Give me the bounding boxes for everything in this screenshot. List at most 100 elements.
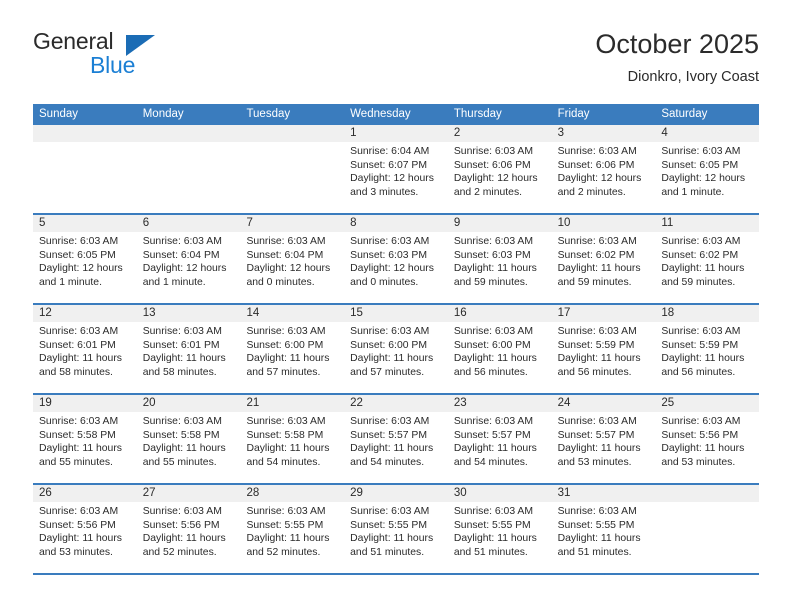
- day-info-line: Daylight: 11 hours: [39, 443, 122, 455]
- day-cell[interactable]: 7 Sunrise: 6:03 AM Sunset: 6:04 PM Daylight…: [240, 215, 345, 303]
- day-info-line: Sunrise: 6:03 AM: [453, 326, 534, 337]
- day-cell[interactable]: 24 Sunrise: 6:03 AM Sunset: 5:57 PM Dayligh…: [551, 395, 656, 483]
- day-cell[interactable]: 13 Sunrise: 6:03 AM Sunset: 6:01 PM Dayligh…: [136, 305, 241, 393]
- day-info-line: Daylight: 11 hours: [453, 263, 537, 275]
- day-cell[interactable]: 31 Sunrise: 6:03 AM Sunset: 5:55 PM Dayligh…: [551, 485, 656, 573]
- day-number: 2: [447, 125, 552, 142]
- day-cell[interactable]: 6 Sunrise: 6:03 AM Sunset: 6:04 PM Daylight…: [136, 215, 241, 303]
- day-info-line: Sunrise: 6:03 AM: [661, 416, 741, 427]
- day-cell[interactable]: 10 Sunrise: 6:03 AM Sunset: 6:02 PM Dayligh…: [551, 215, 656, 303]
- day-number: [655, 485, 760, 502]
- day-cell[interactable]: 4 Sunrise: 6:03 AM Sunset: 6:05 PM Daylight…: [655, 125, 760, 213]
- weekday-header-monday: Monday: [142, 108, 184, 120]
- day-cell[interactable]: 9 Sunrise: 6:03 AM Sunset: 6:03 PM Daylight…: [447, 215, 552, 303]
- day-cell[interactable]: 28 Sunrise: 6:03 AM Sunset: 5:55 PM Dayligh…: [240, 485, 345, 573]
- day-info-line: Sunrise: 6:03 AM: [350, 416, 430, 427]
- day-info-line: Sunrise: 6:03 AM: [39, 416, 119, 427]
- day-info-line: and 1 minute.: [661, 186, 725, 198]
- weekday-header-thursday: Thursday: [453, 108, 502, 120]
- day-cell[interactable]: 2 Sunrise: 6:03 AM Sunset: 6:06 PM Daylight…: [447, 125, 552, 213]
- day-info-line: and 0 minutes.: [246, 276, 315, 288]
- day-cell[interactable]: 16 Sunrise: 6:03 AM Sunset: 6:00 PM Dayligh…: [447, 305, 552, 393]
- day-sun-info: Sunrise: 6:03 AM Sunset: 5:56 PM Daylight:…: [655, 412, 759, 469]
- generalblue-logo[interactable]: General Blue: [33, 28, 333, 88]
- day-info-line: and 56 minutes.: [453, 366, 528, 378]
- day-cell[interactable]: 26 Sunrise: 6:03 AM Sunset: 5:56 PM Dayligh…: [33, 485, 137, 573]
- day-cell[interactable]: 18 Sunrise: 6:03 AM Sunset: 5:59 PM Dayligh…: [655, 305, 760, 393]
- day-cell[interactable]: 8 Sunrise: 6:03 AM Sunset: 6:03 PM Daylight…: [344, 215, 448, 303]
- day-info-line: and 58 minutes.: [39, 366, 113, 378]
- day-cell[interactable]: 29 Sunrise: 6:03 AM Sunset: 5:55 PM Dayligh…: [344, 485, 448, 573]
- day-cell[interactable]: 20 Sunrise: 6:03 AM Sunset: 5:58 PM Dayligh…: [136, 395, 241, 483]
- day-info-line: Sunrise: 6:03 AM: [142, 506, 222, 517]
- day-number: 20: [136, 395, 241, 412]
- day-cell[interactable]: 11 Sunrise: 6:03 AM Sunset: 6:02 PM Dayligh…: [655, 215, 760, 303]
- day-cell[interactable]: 14 Sunrise: 6:03 AM Sunset: 6:00 PM Dayligh…: [240, 305, 345, 393]
- day-info-line: Sunset: 6:03 PM: [453, 249, 531, 261]
- calendar-grid: Sunday Monday Tuesday Wednesday Thursday Frid…: [33, 104, 760, 575]
- day-cell[interactable]: 27 Sunrise: 6:03 AM Sunset: 5:56 PM Dayligh…: [136, 485, 241, 573]
- day-sun-info: Sunrise: 6:03 AM Sunset: 5:57 PM Daylight:…: [448, 412, 552, 469]
- day-info-line: and 58 minutes.: [142, 366, 217, 378]
- day-info-line: Daylight: 11 hours: [142, 353, 226, 365]
- day-cell[interactable]: 25 Sunrise: 6:03 AM Sunset: 5:56 PM Dayligh…: [655, 395, 760, 483]
- day-number: 14: [240, 305, 345, 322]
- day-info-line: Sunset: 5:55 PM: [350, 519, 427, 531]
- day-info-line: and 54 minutes.: [453, 456, 528, 468]
- day-info-line: Daylight: 11 hours: [39, 533, 122, 545]
- day-number: 12: [33, 305, 137, 322]
- week-row: 19 Sunrise: 6:03 AM Sunset: 5:58 PM Dayligh…: [33, 395, 760, 485]
- day-number: 4: [655, 125, 760, 142]
- day-info-line: Sunrise: 6:03 AM: [661, 146, 741, 157]
- day-number: 21: [240, 395, 345, 412]
- day-info-line: Sunrise: 6:03 AM: [246, 326, 326, 337]
- day-number: 11: [655, 215, 760, 232]
- day-info-line: and 59 minutes.: [453, 276, 528, 288]
- location-subtitle: Dionkro, Ivory Coast: [627, 69, 759, 85]
- day-info-line: Sunset: 6:05 PM: [39, 249, 116, 261]
- day-number: 18: [655, 305, 760, 322]
- day-sun-info: Sunrise: 6:03 AM Sunset: 6:02 PM Daylight:…: [655, 232, 759, 289]
- day-sun-info: Sunrise: 6:03 AM Sunset: 5:59 PM Daylight:…: [552, 322, 656, 379]
- day-cell[interactable]: 3 Sunrise: 6:03 AM Sunset: 6:06 PM Daylight…: [551, 125, 656, 213]
- day-info-line: Sunset: 6:06 PM: [453, 159, 531, 171]
- day-info-line: Sunrise: 6:03 AM: [39, 506, 119, 517]
- logo-text-blue: Blue: [90, 52, 136, 78]
- day-cell[interactable]: 1 Sunrise: 6:04 AM Sunset: 6:07 PM Daylight…: [344, 125, 448, 213]
- day-cell[interactable]: 22 Sunrise: 6:03 AM Sunset: 5:57 PM Dayligh…: [344, 395, 448, 483]
- weekday-header-row: Sunday Monday Tuesday Wednesday Thursday Frid…: [33, 104, 759, 125]
- day-cell-empty: [136, 125, 241, 213]
- day-info-line: and 56 minutes.: [557, 366, 632, 378]
- day-cell[interactable]: 19 Sunrise: 6:03 AM Sunset: 5:58 PM Dayligh…: [33, 395, 137, 483]
- week-row: 26 Sunrise: 6:03 AM Sunset: 5:56 PM Dayligh…: [33, 485, 760, 575]
- day-info-line: and 57 minutes.: [350, 366, 425, 378]
- day-cell[interactable]: 15 Sunrise: 6:03 AM Sunset: 6:00 PM Dayligh…: [344, 305, 448, 393]
- day-cell[interactable]: 23 Sunrise: 6:03 AM Sunset: 5:57 PM Dayligh…: [447, 395, 552, 483]
- day-cell[interactable]: 12 Sunrise: 6:03 AM Sunset: 6:01 PM Dayligh…: [33, 305, 137, 393]
- day-info-line: and 52 minutes.: [246, 546, 321, 558]
- day-info-line: and 3 minutes.: [350, 186, 419, 198]
- day-sun-info: Sunrise: 6:03 AM Sunset: 6:00 PM Daylight:…: [448, 322, 552, 379]
- week-row: 1 Sunrise: 6:04 AM Sunset: 6:07 PM Daylight…: [33, 125, 760, 215]
- day-number: 1: [344, 125, 448, 142]
- day-info-line: Sunrise: 6:03 AM: [142, 326, 222, 337]
- day-sun-info: Sunrise: 6:03 AM Sunset: 6:02 PM Daylight:…: [552, 232, 656, 289]
- day-info-line: Sunset: 5:59 PM: [661, 339, 739, 351]
- day-sun-info: Sunrise: 6:03 AM Sunset: 6:00 PM Daylight:…: [344, 322, 448, 379]
- day-cell[interactable]: 30 Sunrise: 6:03 AM Sunset: 5:55 PM Dayligh…: [447, 485, 552, 573]
- day-info-line: Sunset: 6:06 PM: [557, 159, 635, 171]
- day-cell[interactable]: 21 Sunrise: 6:03 AM Sunset: 5:58 PM Dayligh…: [240, 395, 345, 483]
- day-info-line: Sunset: 6:01 PM: [142, 339, 220, 351]
- day-info-line: Sunset: 5:57 PM: [350, 429, 427, 441]
- day-cell[interactable]: 5 Sunrise: 6:03 AM Sunset: 6:05 PM Daylight…: [33, 215, 137, 303]
- day-info-line: and 54 minutes.: [246, 456, 321, 468]
- day-number: 9: [447, 215, 552, 232]
- day-info-line: Sunset: 5:56 PM: [142, 519, 220, 531]
- day-info-line: and 54 minutes.: [350, 456, 425, 468]
- day-info-line: Sunrise: 6:03 AM: [557, 326, 637, 337]
- day-info-line: Daylight: 12 hours: [142, 263, 227, 275]
- day-cell[interactable]: 17 Sunrise: 6:03 AM Sunset: 5:59 PM Dayligh…: [551, 305, 656, 393]
- day-number: 29: [344, 485, 448, 502]
- day-info-line: and 59 minutes.: [661, 276, 736, 288]
- week-row: 12 Sunrise: 6:03 AM Sunset: 6:01 PM Dayligh…: [33, 305, 760, 395]
